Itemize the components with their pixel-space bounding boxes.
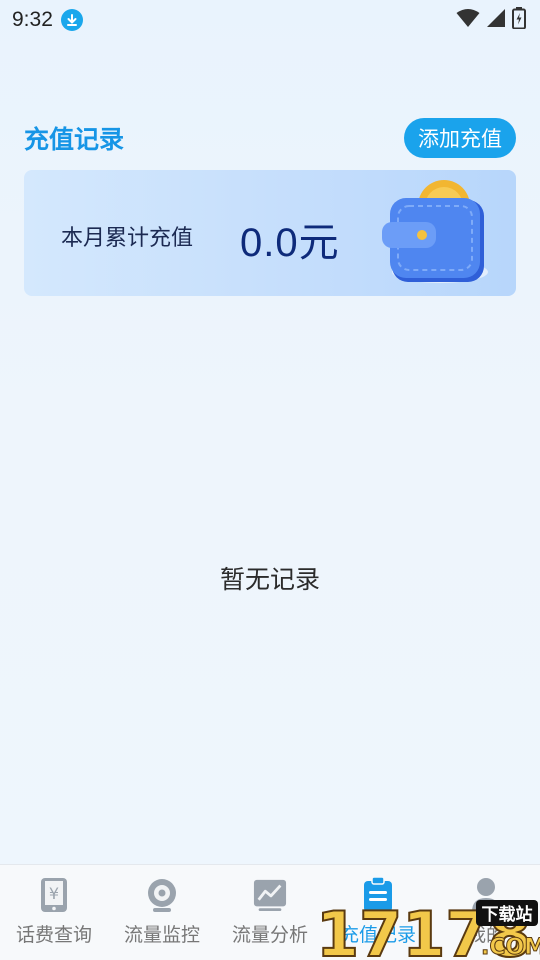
status-time: 9:32 <box>12 8 53 31</box>
monthly-summary-card: 本月累计充值 0.0元 <box>24 170 516 296</box>
phone-bill-icon: ¥ <box>37 877 71 913</box>
nav-label: 流量监控 <box>123 924 200 946</box>
nav-label: 流量分析 <box>231 924 308 946</box>
page-title: 充值记录 <box>24 125 125 154</box>
nav-item-recharge-records[interactable]: 充值记录 <box>324 865 432 960</box>
chart-icon <box>253 877 287 913</box>
summary-label: 本月累计充值 <box>61 226 194 251</box>
nav-label: 我的 <box>466 924 505 946</box>
nav-item-phone-bill[interactable]: ¥ 话费查询 <box>0 865 108 960</box>
svg-text:¥: ¥ <box>49 884 59 903</box>
status-bar: 9:32 <box>0 0 540 40</box>
download-icon <box>60 9 83 31</box>
signal-icon <box>486 8 506 32</box>
monitor-icon <box>145 877 179 913</box>
status-left: 9:32 <box>12 8 83 32</box>
nav-label: 充值记录 <box>339 924 416 946</box>
summary-value: 0.0元 <box>240 221 340 265</box>
battery-icon <box>512 7 526 33</box>
empty-state-text: 暂无记录 <box>219 565 320 594</box>
nav-item-traffic-monitor[interactable]: 流量监控 <box>108 865 216 960</box>
person-icon <box>469 877 503 913</box>
add-recharge-button[interactable]: 添加充值 <box>404 118 516 158</box>
wifi-icon <box>456 8 480 32</box>
nav-label: 话费查询 <box>15 924 92 946</box>
nav-item-traffic-analysis[interactable]: 流量分析 <box>216 865 324 960</box>
wallet-icon <box>382 180 488 283</box>
clipboard-icon <box>361 877 395 913</box>
status-right <box>456 7 526 33</box>
nav-item-mine[interactable]: 我的 <box>432 865 540 960</box>
bottom-nav: ¥ 话费查询 流量监控 流量分析 充值记录 我的 <box>0 864 540 960</box>
